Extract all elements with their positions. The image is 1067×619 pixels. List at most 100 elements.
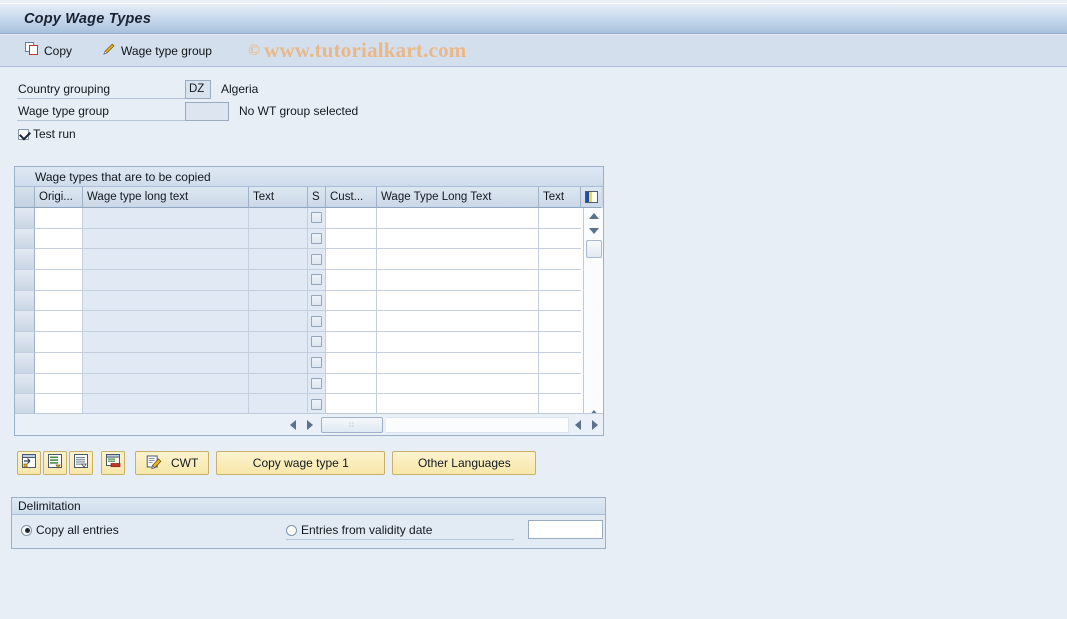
- cell-wage-type-long-text-2[interactable]: [377, 228, 539, 250]
- scroll-down-button[interactable]: [585, 223, 603, 238]
- copy-wage-type-1-button[interactable]: Copy wage type 1: [216, 451, 386, 475]
- cell-s[interactable]: [308, 332, 326, 353]
- test-run-checkbox-row[interactable]: Test run: [18, 124, 1067, 144]
- cell-text-2[interactable]: [539, 228, 581, 250]
- cell-s[interactable]: [308, 208, 326, 229]
- cell-cust[interactable]: [326, 352, 377, 374]
- wage-type-group-button[interactable]: Wage type group: [94, 39, 220, 63]
- table-row[interactable]: [15, 311, 603, 333]
- cell-cust[interactable]: [326, 270, 377, 291]
- cell-cust[interactable]: [326, 394, 377, 415]
- select-all-button[interactable]: [69, 451, 93, 475]
- cell-s[interactable]: [308, 311, 326, 333]
- cell-origin[interactable]: [35, 332, 83, 353]
- cell-wage-type-long-text[interactable]: [83, 352, 249, 374]
- cwt-button[interactable]: CWT: [135, 451, 210, 475]
- row-checkbox[interactable]: [311, 253, 322, 265]
- cell-wage-type-long-text[interactable]: [83, 290, 249, 312]
- cell-wage-type-long-text-2[interactable]: [377, 290, 539, 312]
- row-checkbox[interactable]: [311, 377, 322, 389]
- wage-type-group-input[interactable]: [185, 101, 229, 121]
- cell-wage-type-long-text[interactable]: [83, 270, 249, 291]
- cell-text[interactable]: [249, 249, 308, 271]
- cell-text-2[interactable]: [539, 394, 581, 415]
- grid-header-text-2[interactable]: Text: [539, 187, 581, 208]
- cell-text-2[interactable]: [539, 208, 581, 229]
- row-checkbox[interactable]: [311, 315, 322, 327]
- grid-header-text[interactable]: Text: [249, 187, 308, 208]
- row-select-cell[interactable]: [15, 311, 35, 333]
- cell-text-2[interactable]: [539, 270, 581, 291]
- hscroll-right-button-2[interactable]: [586, 417, 603, 433]
- table-row[interactable]: [15, 352, 603, 374]
- cell-origin[interactable]: [35, 290, 83, 312]
- cell-s[interactable]: [308, 270, 326, 291]
- cell-wage-type-long-text[interactable]: [83, 332, 249, 353]
- cell-origin[interactable]: [35, 208, 83, 229]
- grid-settings-button[interactable]: [581, 187, 601, 208]
- row-select-cell[interactable]: [15, 208, 35, 229]
- cell-text[interactable]: [249, 394, 308, 415]
- horizontal-scroll-thumb[interactable]: ∷: [321, 416, 383, 433]
- hscroll-left-button-2[interactable]: [569, 417, 586, 433]
- copy-button[interactable]: Copy: [17, 39, 80, 63]
- row-checkbox[interactable]: [311, 295, 322, 307]
- cell-cust[interactable]: [326, 290, 377, 312]
- cell-cust[interactable]: [326, 228, 377, 250]
- row-select-cell[interactable]: [15, 332, 35, 353]
- cell-text[interactable]: [249, 208, 308, 229]
- cell-text-2[interactable]: [539, 249, 581, 271]
- cell-s[interactable]: [308, 373, 326, 395]
- row-checkbox[interactable]: [311, 274, 322, 286]
- scroll-up-button[interactable]: [585, 208, 603, 223]
- entries-from-validity-date-option[interactable]: Entries from validity date: [286, 523, 514, 540]
- grid-header-cust[interactable]: Cust...: [326, 187, 377, 208]
- table-row[interactable]: [15, 394, 603, 415]
- cell-origin[interactable]: [35, 270, 83, 291]
- cell-s[interactable]: [308, 228, 326, 250]
- grid-header-wage-type-long-text-2[interactable]: Wage Type Long Text: [377, 187, 539, 208]
- row-select-cell[interactable]: [15, 394, 35, 415]
- cell-wage-type-long-text-2[interactable]: [377, 311, 539, 333]
- cell-s[interactable]: [308, 394, 326, 415]
- row-checkbox[interactable]: [311, 357, 322, 369]
- table-row[interactable]: [15, 332, 603, 353]
- hscroll-left-button[interactable]: [284, 417, 301, 433]
- country-grouping-input[interactable]: [185, 79, 211, 99]
- cell-wage-type-long-text[interactable]: [83, 228, 249, 250]
- table-row[interactable]: [15, 228, 603, 250]
- grid-vertical-scrollbar[interactable]: [583, 208, 603, 435]
- cell-text-2[interactable]: [539, 373, 581, 395]
- cell-cust[interactable]: [326, 208, 377, 229]
- row-checkbox[interactable]: [311, 212, 322, 224]
- validity-date-input[interactable]: [528, 520, 603, 539]
- cell-wage-type-long-text[interactable]: [83, 208, 249, 229]
- cell-wage-type-long-text[interactable]: [83, 394, 249, 415]
- cell-wage-type-long-text-2[interactable]: [377, 249, 539, 271]
- cell-text-2[interactable]: [539, 290, 581, 312]
- cell-text[interactable]: [249, 228, 308, 250]
- cell-origin[interactable]: [35, 249, 83, 271]
- cell-text[interactable]: [249, 373, 308, 395]
- cell-origin[interactable]: [35, 228, 83, 250]
- cell-origin[interactable]: [35, 373, 83, 395]
- table-row[interactable]: [15, 249, 603, 271]
- cell-text-2[interactable]: [539, 352, 581, 374]
- cell-text[interactable]: [249, 352, 308, 374]
- cell-cust[interactable]: [326, 311, 377, 333]
- row-select-cell[interactable]: [15, 228, 35, 250]
- grid-horizontal-scrollbar[interactable]: ∷: [15, 413, 603, 435]
- row-select-cell[interactable]: [15, 352, 35, 374]
- cell-text[interactable]: [249, 270, 308, 291]
- row-checkbox[interactable]: [311, 336, 322, 348]
- row-checkbox[interactable]: [311, 233, 322, 245]
- cell-s[interactable]: [308, 352, 326, 374]
- copy-all-entries-radio[interactable]: [21, 524, 32, 536]
- entries-from-validity-date-radio[interactable]: [286, 524, 297, 536]
- copy-all-entries-option[interactable]: Copy all entries: [21, 523, 119, 537]
- row-checkbox[interactable]: [311, 398, 322, 410]
- cell-wage-type-long-text-2[interactable]: [377, 394, 539, 415]
- grid-header-wage-type-long-text[interactable]: Wage type long text: [83, 187, 249, 208]
- row-select-cell[interactable]: [15, 270, 35, 291]
- test-run-checkbox[interactable]: [18, 128, 29, 140]
